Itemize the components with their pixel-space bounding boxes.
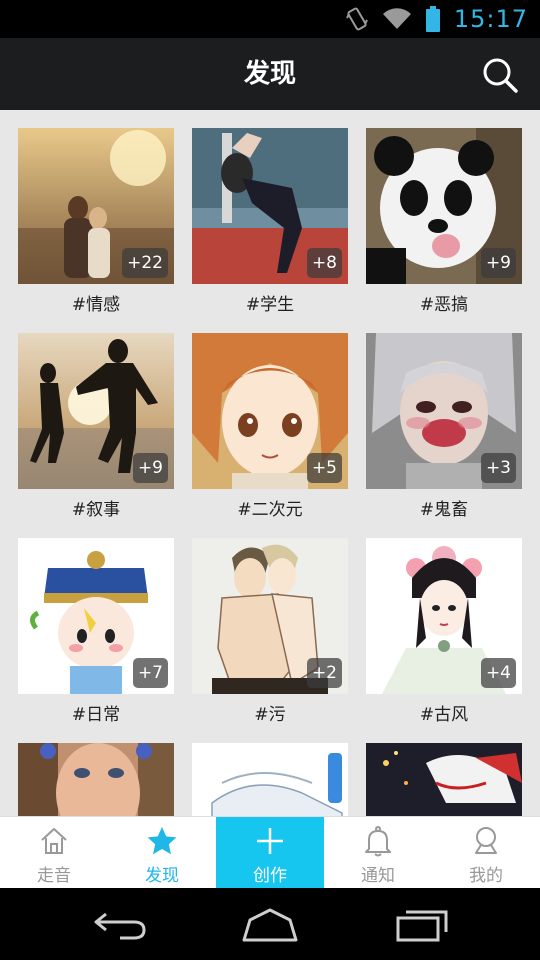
tab-label: 发现 [145, 866, 179, 886]
system-nav-bar [0, 888, 540, 960]
count-badge: +2 [306, 658, 342, 688]
status-time: 15:17 [453, 5, 528, 33]
tab-create[interactable]: 创作 [216, 817, 324, 889]
bell-icon [365, 826, 391, 857]
bottom-tab-bar: 走音 发现 创作 通知 我的 [0, 816, 540, 889]
tag-label: #古风 [419, 705, 469, 725]
tab-notifications[interactable]: 通知 [324, 817, 432, 889]
tab-label: 创作 [253, 866, 287, 886]
battery-icon [425, 6, 440, 32]
header: 发现 [0, 38, 540, 110]
count-badge: +8 [306, 248, 342, 278]
count-badge: +3 [480, 453, 516, 483]
page-title: 发现 [243, 59, 296, 89]
count-badge: +22 [122, 248, 168, 278]
tag-label: #学生 [245, 295, 295, 315]
tag-label: #恶搞 [419, 295, 469, 315]
wifi-icon [382, 8, 411, 30]
recent-apps-icon[interactable] [392, 906, 452, 942]
back-icon[interactable] [90, 906, 150, 942]
tab-label: 通知 [361, 866, 395, 886]
vibrate-icon [345, 7, 368, 31]
plus-icon [257, 828, 283, 854]
tab-discover[interactable]: 发现 [108, 817, 216, 889]
tag-label: #情感 [71, 295, 121, 315]
status-bar: 15:17 [0, 0, 540, 38]
count-badge: +7 [132, 658, 168, 688]
count-badge: +4 [480, 658, 516, 688]
search-icon[interactable] [480, 55, 520, 95]
tag-grid: +22 #情感 +8 #学生 +9 #恶搞 +9 #叙事 +5 #二次元 +3 … [0, 110, 540, 816]
tag-label: #日常 [71, 705, 121, 725]
home-icon [41, 828, 67, 854]
tab-profile[interactable]: 我的 [432, 817, 540, 889]
person-icon [475, 827, 497, 854]
tag-label: #叙事 [71, 500, 121, 520]
tab-label: 走音 [37, 866, 71, 886]
tag-label: #污 [254, 705, 286, 725]
home-nav-icon[interactable] [240, 906, 300, 942]
tag-thumbnail[interactable] [192, 743, 348, 816]
count-badge: +9 [480, 248, 516, 278]
tag-label: #二次元 [237, 500, 303, 520]
count-badge: +5 [306, 453, 342, 483]
tag-label: #鬼畜 [419, 500, 469, 520]
count-badge: +9 [132, 453, 168, 483]
tag-thumbnail[interactable] [366, 743, 522, 816]
tab-label: 我的 [469, 866, 503, 886]
tag-thumbnail[interactable] [18, 743, 174, 816]
tab-home[interactable]: 走音 [0, 817, 108, 889]
star-icon [147, 827, 177, 855]
